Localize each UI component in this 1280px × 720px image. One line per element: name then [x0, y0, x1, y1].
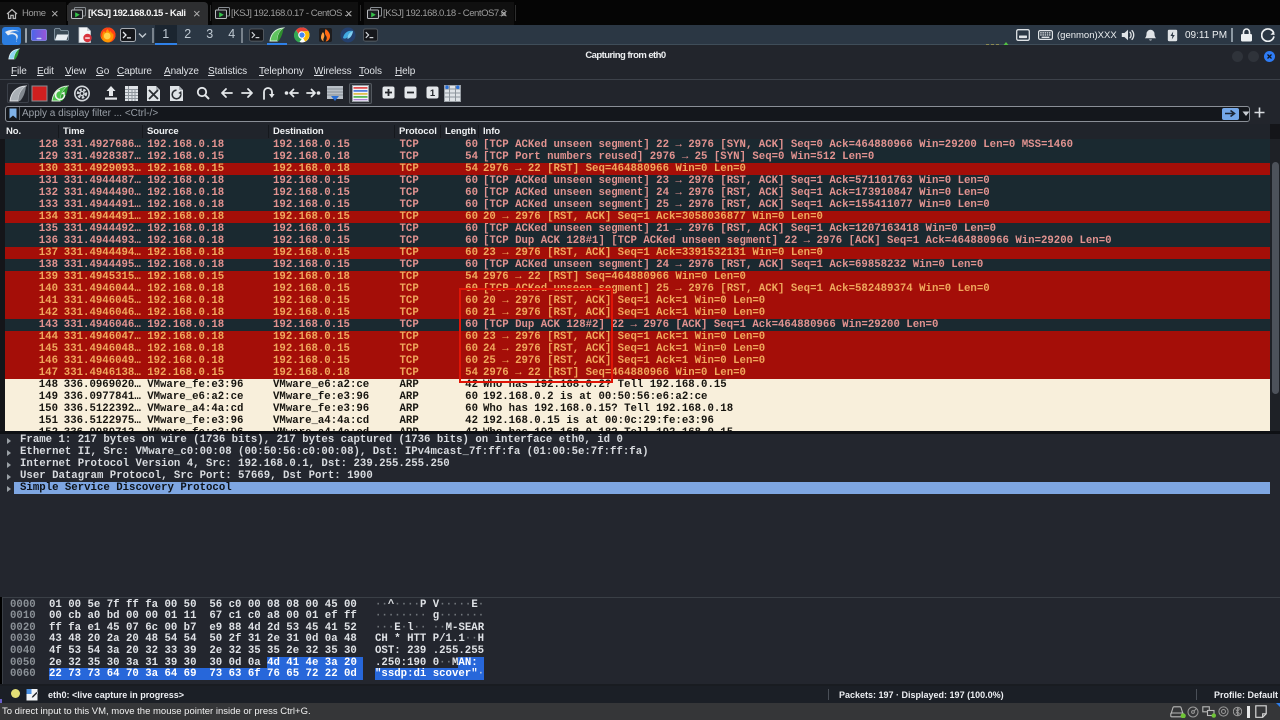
- svg-text:1: 1: [430, 88, 436, 99]
